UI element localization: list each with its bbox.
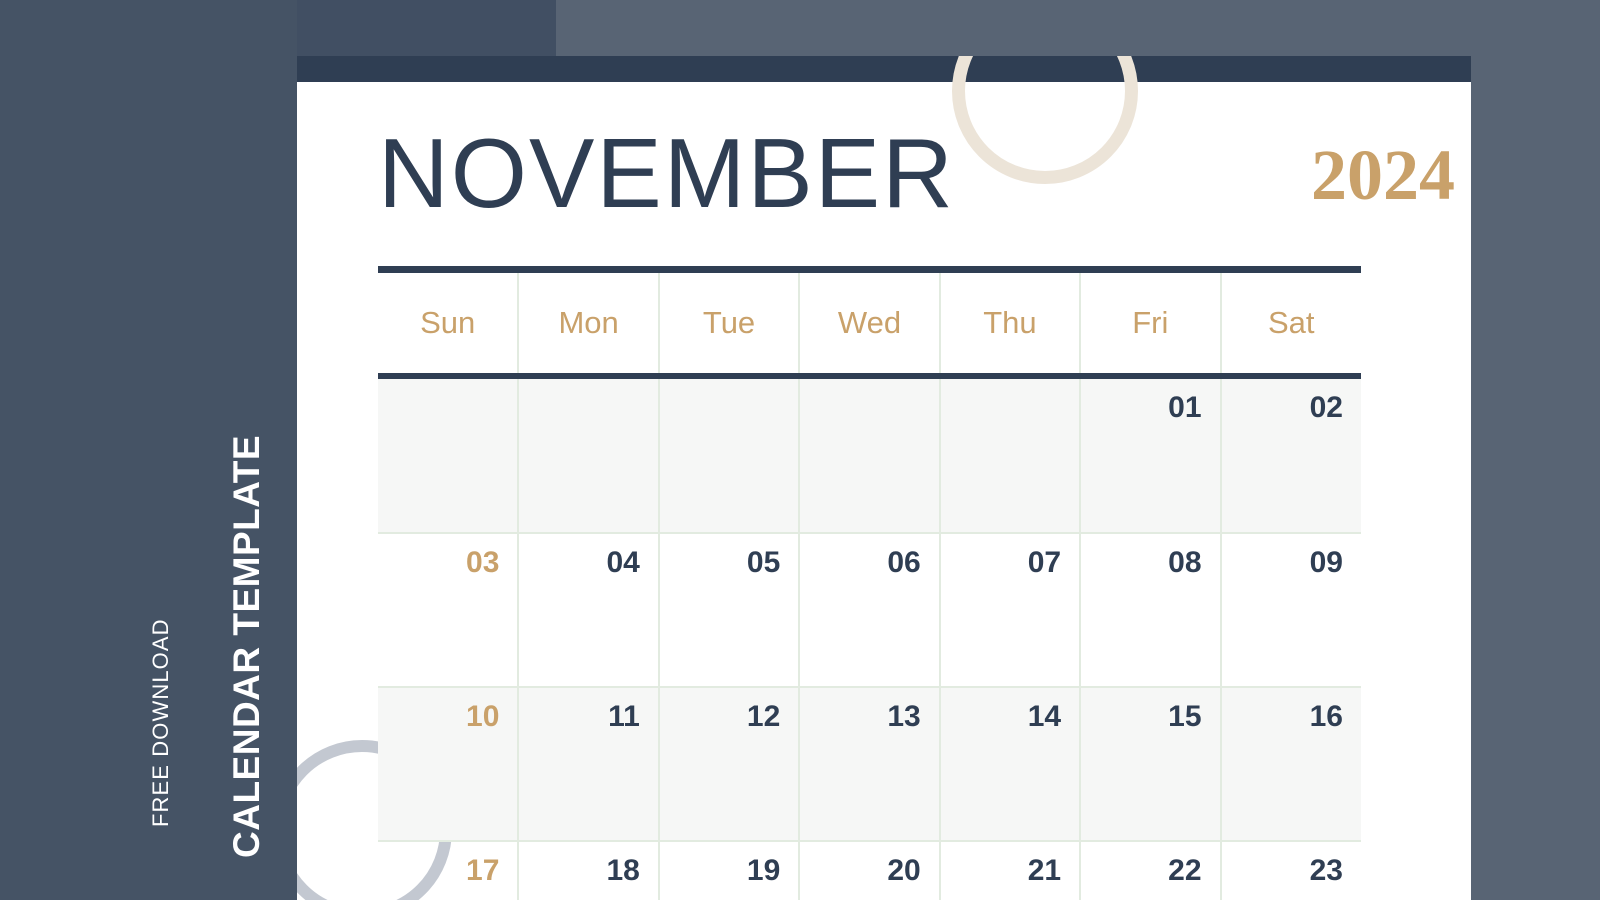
day-cell[interactable] [657, 379, 800, 534]
month-title: NOVEMBER [378, 118, 955, 228]
background-left-panel [0, 0, 297, 900]
day-cell[interactable]: 05 [657, 533, 800, 688]
day-cell[interactable]: 23 [1219, 841, 1361, 900]
weekday-header-sun: Sun [420, 305, 476, 340]
weekday-header-fri: Fri [1079, 273, 1221, 373]
day-cell[interactable]: 02 [1219, 379, 1361, 534]
card-top-bar [297, 56, 1471, 82]
grid-rule-top [378, 266, 1361, 273]
calendar-week-row: 10 11 12 13 14 15 16 [378, 687, 1361, 842]
day-cell[interactable]: 19 [657, 841, 800, 900]
day-cell[interactable]: 17 [378, 841, 519, 900]
weekday-header-sat: Sat [1219, 273, 1361, 373]
day-cell[interactable] [798, 379, 940, 534]
day-cell[interactable]: 09 [1219, 533, 1361, 688]
calendar-week-row: 01 02 [378, 379, 1361, 534]
weekday-header-thu: Thu [938, 273, 1081, 373]
day-cell[interactable]: 06 [798, 533, 940, 688]
day-cell[interactable]: 03 [378, 533, 519, 688]
day-cell[interactable]: 16 [1219, 687, 1361, 842]
day-cell[interactable]: 12 [657, 687, 800, 842]
day-cell[interactable]: 18 [517, 841, 659, 900]
day-cell[interactable]: 01 [1079, 379, 1221, 534]
day-cell[interactable]: 08 [1079, 533, 1221, 688]
calendar-header: NOVEMBER 2024 [378, 118, 1455, 228]
day-cell[interactable] [938, 379, 1081, 534]
day-cell[interactable]: 20 [798, 841, 940, 900]
weekday-header-tue: Tue [657, 273, 800, 373]
day-cell[interactable]: 07 [938, 533, 1081, 688]
calendar-table: Sun Mon Tue Wed Thu Fri Sat [378, 273, 1361, 373]
calendar-card: NOVEMBER 2024 Sun Mon Tue Wed Thu Fri Sa… [297, 56, 1471, 900]
calendar-week-row: 03 04 05 06 07 08 09 [378, 533, 1361, 688]
day-cell[interactable]: 11 [517, 687, 659, 842]
day-cell[interactable]: 22 [1079, 841, 1221, 900]
day-cell[interactable]: 21 [938, 841, 1081, 900]
weekday-header-wed: Wed [798, 273, 940, 373]
weekday-header-row: Sun Mon Tue Wed Thu Fri Sat [378, 273, 1361, 373]
calendar-grid: Sun Mon Tue Wed Thu Fri Sat 01 02 03 04 … [378, 266, 1361, 900]
screenshot-stage: CALENDAR TEMPLATE FREE DOWNLOAD NOVEMBER… [0, 0, 1600, 900]
calendar-weeks: 01 02 03 04 05 06 07 08 09 10 11 12 13 1… [378, 379, 1361, 900]
day-cell[interactable]: 15 [1079, 687, 1221, 842]
day-cell[interactable]: 04 [517, 533, 659, 688]
day-cell[interactable] [378, 379, 519, 534]
year-title: 2024 [1311, 135, 1455, 215]
day-cell[interactable] [517, 379, 659, 534]
day-cell[interactable]: 10 [378, 687, 519, 842]
calendar-body-table: 01 02 03 04 05 06 07 08 09 10 11 12 13 1… [378, 379, 1361, 900]
weekday-header-mon: Mon [517, 273, 659, 373]
calendar-week-row: 17 18 19 20 21 22 23 [378, 841, 1361, 900]
day-cell[interactable]: 13 [798, 687, 940, 842]
day-cell[interactable]: 14 [938, 687, 1081, 842]
